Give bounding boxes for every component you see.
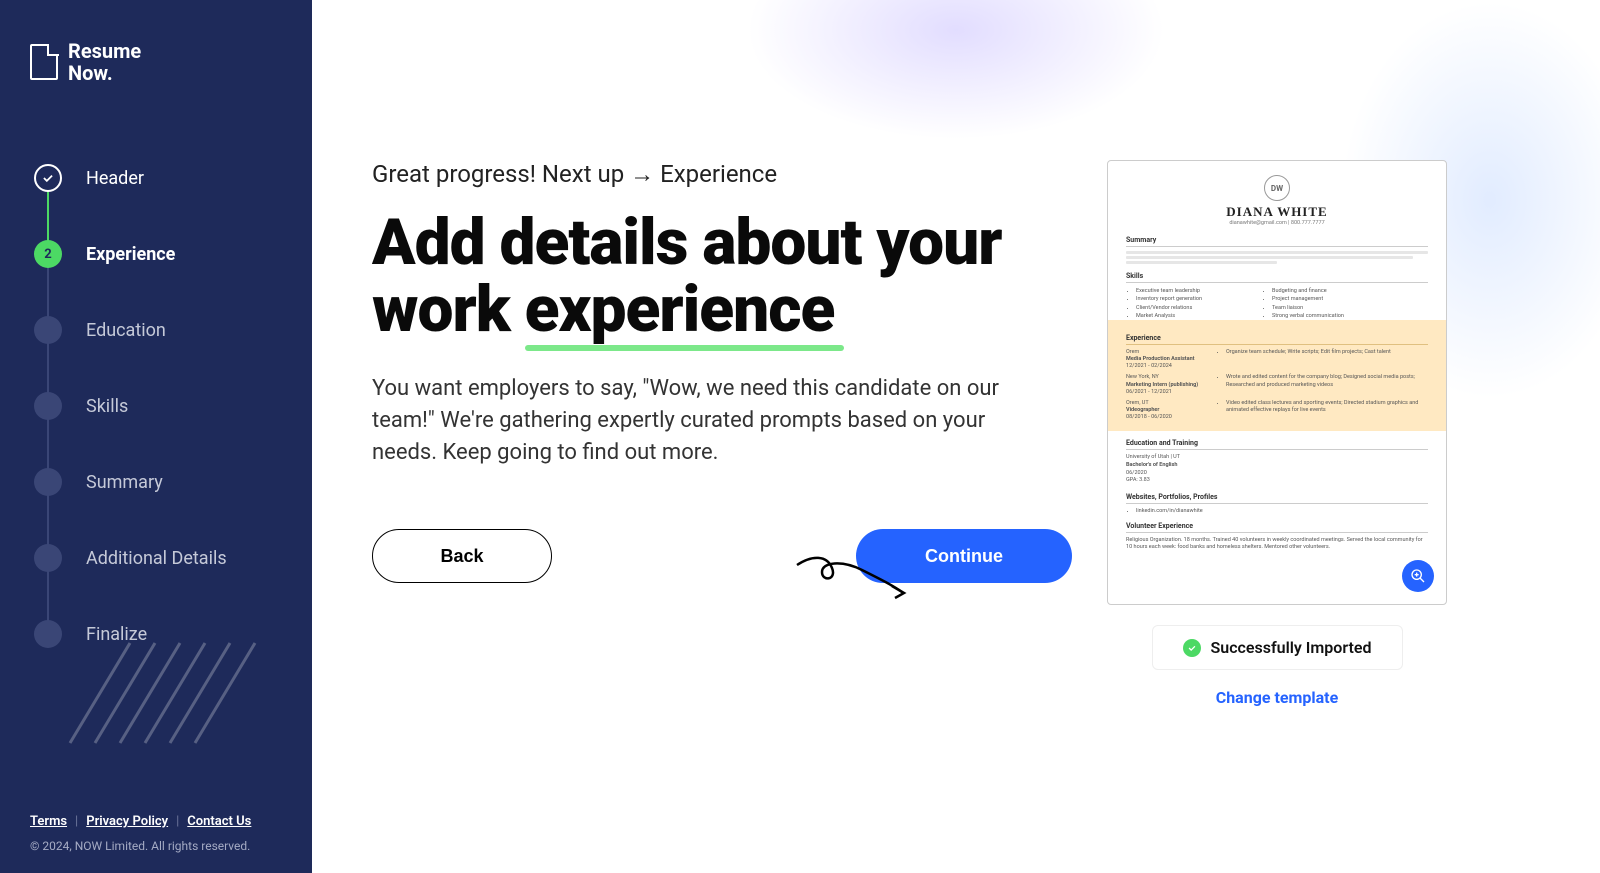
preview-websites-title: Websites, Portfolios, Profiles [1126,493,1428,504]
skill-item: Market Analysis [1136,312,1202,320]
document-icon [30,44,58,80]
contact-link[interactable]: Contact Us [187,814,251,829]
check-circle-icon [1183,639,1201,657]
edu-gpa: GPA: 3.83 [1126,477,1428,485]
step-skills[interactable]: Skills [34,392,282,420]
job-title: Marketing Intern (publishing) [1126,382,1206,389]
step-header[interactable]: Header [34,164,282,192]
volunteer-text: Religious Organization. 18 months. Train… [1126,537,1428,551]
edu-inst: University of Utah | UT [1126,454,1428,462]
zoom-in-icon [1410,568,1426,584]
step-education[interactable]: Education [34,316,282,344]
preview-name: DIANA WHITE [1126,204,1428,220]
brand-logo[interactable]: Resume Now. [30,40,282,84]
step-summary[interactable]: Summary [34,468,282,496]
job-title: Videographer [1126,407,1206,414]
page-headline: Add details about your work experience [372,209,1092,343]
step-dot [34,468,62,496]
terms-link[interactable]: Terms [30,814,67,829]
preview-volunteer-title: Volunteer Experience [1126,522,1428,533]
edu-date: 06/2020 [1126,470,1428,478]
skill-item: Client/Vendor relations [1136,304,1202,312]
preview-summary-title: Summary [1126,236,1428,247]
step-finalize[interactable]: Finalize [34,620,282,648]
step-additional-details[interactable]: Additional Details [34,544,282,572]
main-content: Great progress! Next up → Experience Add… [312,0,1600,873]
job-dates: 12/2021 - 02/2024 [1126,363,1206,370]
import-status-badge: Successfully Imported [1152,625,1403,670]
back-button[interactable]: Back [372,529,552,583]
step-dot [34,392,62,420]
step-dot [34,316,62,344]
preview-contact: dianawhite@gmail.com | 800.777.7777 [1126,220,1428,226]
step-label: Education [86,320,166,341]
sidebar-footer: Terms| Privacy Policy| Contact Us © 2024… [30,814,282,853]
description-text: You want employers to say, "Wow, we need… [372,373,1052,469]
skill-item: Budgeting and finance [1272,287,1344,295]
step-label: Skills [86,396,128,417]
skill-item: Executive team leadership [1136,287,1202,295]
edu-degree: Bachelor's of English [1126,462,1428,470]
sidebar: Resume Now. Header 2 Experience Educatio… [0,0,312,873]
skill-item: Team liaison [1272,304,1344,312]
progress-text: Great progress! Next up → Experience [372,160,1092,189]
job-dates: 08/2018 - 06/2020 [1126,414,1206,421]
check-icon [34,164,62,192]
skill-item: Project management [1272,295,1344,303]
decorative-lines-icon [60,633,260,753]
job-bullet: Video edited class lectures and sporting… [1226,400,1428,414]
brand-line2: Now. [68,62,141,84]
copyright-text: © 2024, NOW Limited. All rights reserved… [30,839,282,853]
preview-skills-title: Skills [1126,272,1428,283]
job-bullet: Organize team schedule; Write scripts; E… [1226,349,1428,356]
preview-column: DW DIANA WHITE dianawhite@gmail.com | 80… [1092,70,1462,833]
step-label: Header [86,168,144,189]
step-number: 2 [34,240,62,268]
zoom-button[interactable] [1402,560,1434,592]
step-dot [34,620,62,648]
job-loc: Orem, UT [1126,400,1206,407]
headline-underlined: experience [525,276,835,343]
preview-experience-title: Experience [1126,334,1428,345]
avatar-initials: DW [1264,175,1290,201]
resume-preview[interactable]: DW DIANA WHITE dianawhite@gmail.com | 80… [1107,160,1447,605]
import-status-text: Successfully Imported [1211,638,1372,657]
job-title: Media Production Assistant [1126,356,1206,363]
step-label: Additional Details [86,548,227,569]
preview-education-title: Education and Training [1126,439,1428,450]
privacy-link[interactable]: Privacy Policy [86,814,168,829]
website-item: linkedin.com/in/dianawhite [1136,508,1428,514]
change-template-link[interactable]: Change template [1216,688,1338,707]
step-experience[interactable]: 2 Experience [34,240,282,268]
steps-nav: Header 2 Experience Education Skills Sum… [30,164,282,648]
brand-text: Resume Now. [68,40,141,84]
skill-item: Strong verbal communication [1272,312,1344,320]
job-dates: 06/2021 - 12/2021 [1126,389,1206,396]
skill-item: Inventory report generation [1136,295,1202,303]
step-dot [34,544,62,572]
step-label: Experience [86,244,175,265]
step-label: Summary [86,472,163,493]
step-label: Finalize [86,624,147,645]
job-bullet: Wrote and edited content for the company… [1226,374,1428,388]
job-loc: New York, NY [1126,374,1206,381]
brand-line1: Resume [68,40,141,62]
job-loc: Orem [1126,349,1206,356]
arrow-doodle-icon [792,550,912,600]
